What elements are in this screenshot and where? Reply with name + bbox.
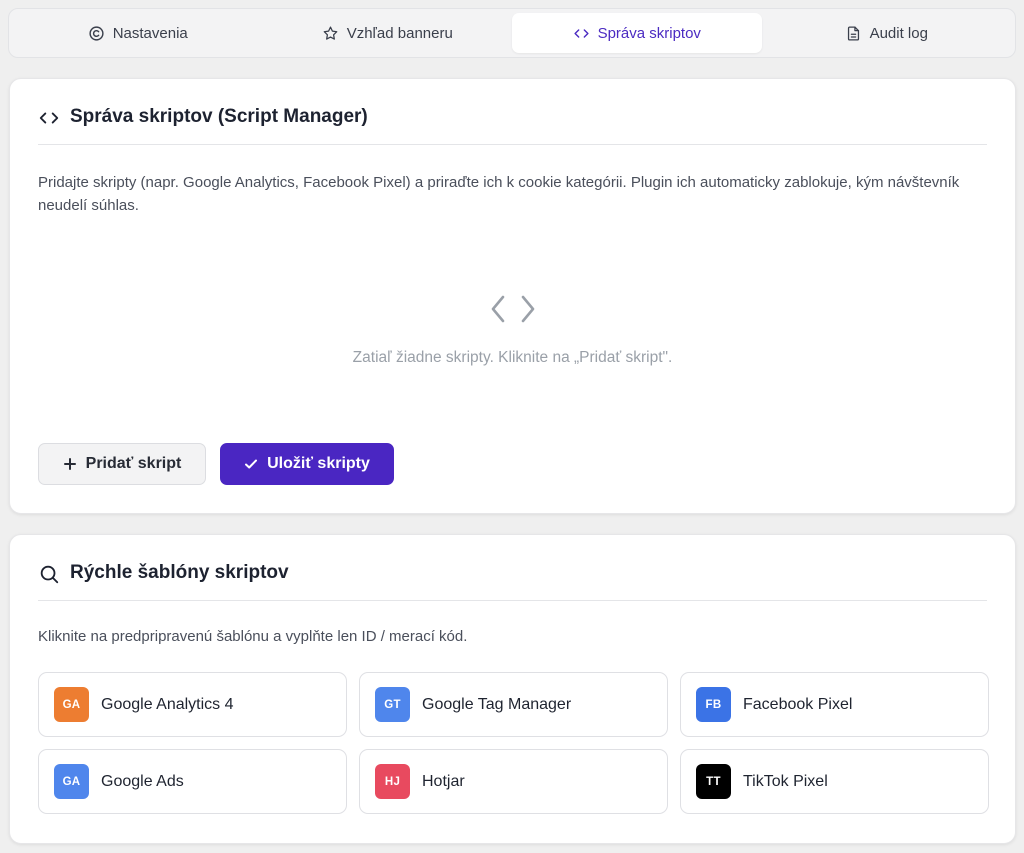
template-hotjar[interactable]: HJ Hotjar bbox=[359, 749, 668, 814]
add-script-label: Pridať skript bbox=[85, 455, 182, 472]
template-name: Google Ads bbox=[101, 772, 184, 790]
document-icon bbox=[847, 25, 859, 41]
tab-nastavenia[interactable]: Nastavenia bbox=[13, 13, 263, 53]
tab-sprava-skriptov[interactable]: Správa skriptov bbox=[512, 13, 762, 53]
code-icon bbox=[39, 112, 59, 124]
search-icon bbox=[40, 565, 59, 584]
template-badge: HJ bbox=[375, 764, 410, 799]
card-header: Správa skriptov (Script Manager) bbox=[38, 99, 987, 145]
template-google-tag-manager[interactable]: GT Google Tag Manager bbox=[359, 672, 668, 737]
empty-state-text: Zatiaľ žiadne skripty. Kliknite na „Prid… bbox=[352, 349, 673, 366]
card-title: Rýchle šablóny skriptov bbox=[70, 562, 289, 583]
empty-state: Zatiaľ žiadne skripty. Kliknite na „Prid… bbox=[10, 291, 1015, 367]
template-badge: GT bbox=[375, 687, 410, 722]
tab-label: Vzhľad banneru bbox=[346, 24, 453, 42]
page: Nastavenia Vzhľad banneru Správa skripto… bbox=[0, 0, 1024, 853]
tab-label: Audit log bbox=[869, 24, 928, 42]
add-script-button[interactable]: Pridať skript bbox=[38, 443, 206, 485]
template-grid: GA Google Analytics 4 GT Google Tag Mana… bbox=[38, 672, 989, 814]
code-icon bbox=[491, 295, 534, 323]
tab-bar: Nastavenia Vzhľad banneru Správa skripto… bbox=[8, 8, 1016, 58]
copyright-icon bbox=[89, 25, 104, 41]
card-description: Kliknite na predpripravenú šablónu a vyp… bbox=[38, 628, 468, 645]
template-badge: FB bbox=[696, 687, 731, 722]
template-name: Facebook Pixel bbox=[743, 695, 853, 713]
plus-icon bbox=[63, 458, 76, 470]
tab-label: Správa skriptov bbox=[597, 24, 701, 42]
template-badge: GA bbox=[54, 764, 89, 799]
template-name: Google Analytics 4 bbox=[101, 695, 234, 713]
template-badge: GA bbox=[54, 687, 89, 722]
tab-label: Nastavenia bbox=[112, 24, 188, 42]
template-google-analytics-4[interactable]: GA Google Analytics 4 bbox=[38, 672, 347, 737]
template-name: Hotjar bbox=[422, 772, 465, 790]
card-title: Správa skriptov (Script Manager) bbox=[70, 106, 368, 127]
code-icon bbox=[573, 28, 589, 38]
action-buttons: Pridať skript Uložiť skripty bbox=[38, 443, 394, 485]
template-facebook-pixel[interactable]: FB Facebook Pixel bbox=[680, 672, 989, 737]
template-name: Google Tag Manager bbox=[422, 695, 572, 713]
save-scripts-button[interactable]: Uložiť skripty bbox=[220, 443, 394, 485]
tab-vzhlad-banneru[interactable]: Vzhľad banneru bbox=[263, 13, 513, 53]
template-badge: TT bbox=[696, 764, 731, 799]
save-scripts-label: Uložiť skripty bbox=[267, 455, 370, 472]
template-name: TikTok Pixel bbox=[743, 772, 828, 790]
template-tiktok-pixel[interactable]: TT TikTok Pixel bbox=[680, 749, 989, 814]
check-icon bbox=[245, 459, 258, 469]
card-header: Rýchle šablóny skriptov bbox=[38, 555, 987, 601]
templates-card: Rýchle šablóny skriptov Kliknite na pred… bbox=[9, 534, 1016, 844]
card-description: Pridajte skripty (napr. Google Analytics… bbox=[38, 174, 960, 214]
tab-audit-log[interactable]: Audit log bbox=[762, 13, 1012, 53]
script-manager-card: Správa skriptov (Script Manager) Pridajt… bbox=[9, 78, 1016, 514]
template-google-ads[interactable]: GA Google Ads bbox=[38, 749, 347, 814]
star-icon bbox=[323, 25, 338, 40]
